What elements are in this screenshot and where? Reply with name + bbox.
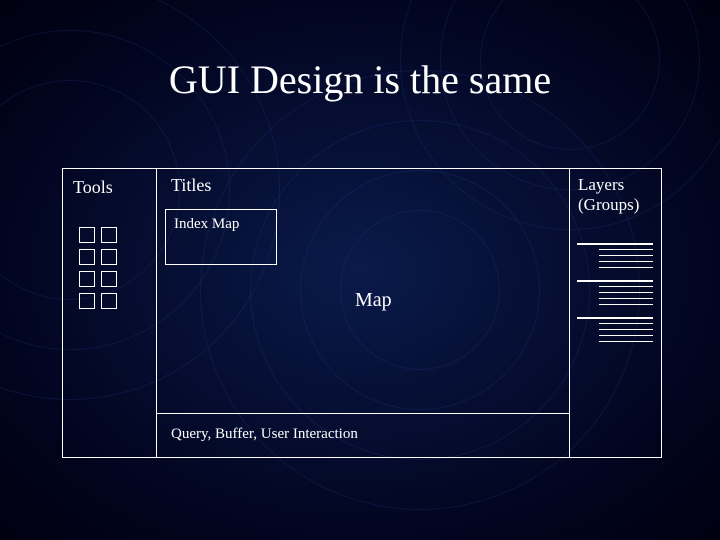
tools-column: Tools	[63, 169, 157, 457]
layers-label: Layers (Groups)	[578, 175, 639, 214]
map-label: Map	[355, 289, 392, 312]
tool-square	[79, 249, 95, 265]
tool-square	[101, 271, 117, 287]
titles-label: Titles	[171, 175, 211, 196]
layer-group	[577, 243, 653, 270]
index-map-box: Index Map	[165, 209, 277, 265]
wireframe: Tools Titles Index Map Map Layers (Group…	[62, 168, 662, 458]
tool-square	[101, 249, 117, 265]
tool-square	[101, 293, 117, 309]
slide-title: GUI Design is the same	[0, 56, 720, 103]
tool-square	[79, 293, 95, 309]
tool-square	[101, 227, 117, 243]
tool-grid	[79, 227, 127, 309]
index-map-label: Index Map	[174, 216, 239, 233]
tools-label: Tools	[73, 177, 113, 198]
layers-column: Layers (Groups)	[569, 169, 661, 457]
tool-square	[79, 271, 95, 287]
layer-group	[577, 317, 653, 344]
tool-square	[79, 227, 95, 243]
layer-group	[577, 280, 653, 307]
layer-list	[577, 243, 653, 354]
bottom-row: Query, Buffer, User Interaction	[157, 413, 569, 457]
bottom-label: Query, Buffer, User Interaction	[171, 426, 358, 443]
titles-row: Titles	[157, 169, 569, 205]
